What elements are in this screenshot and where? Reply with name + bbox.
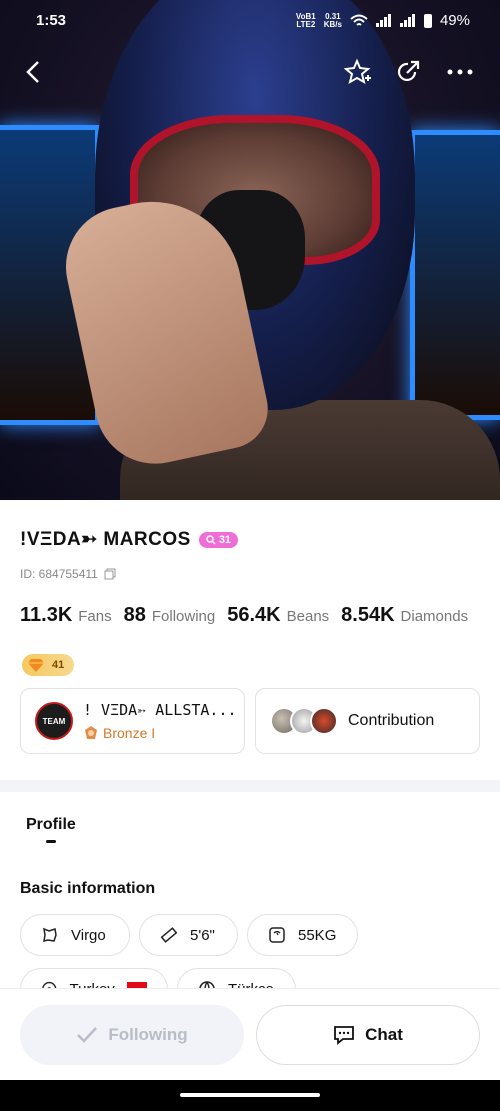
stats-row: 11.3K Fans 88 Following 56.4K Beans 8.54… (20, 604, 474, 627)
team-rank-label: Bronze I (103, 725, 156, 741)
diamonds-count: 8.54K (341, 604, 395, 626)
following-count[interactable]: 88 (124, 604, 146, 627)
signal-icon (375, 14, 392, 27)
diamond-icon (28, 659, 44, 672)
beans-count: 56.4K (227, 604, 281, 626)
status-bar: 1:53 VoB1 LTE2 0.31 KB/s 49% (0, 0, 500, 42)
speed-indicator: 0.31 KB/s (323, 12, 342, 29)
fans-label[interactable]: Fans (78, 608, 111, 625)
team-logo: TEAM (35, 702, 73, 740)
star-plus-icon (344, 58, 371, 85)
scale-icon (269, 927, 285, 943)
wealth-level-badge[interactable]: 41 (22, 654, 75, 676)
zodiac-label: Virgo (71, 926, 106, 944)
team-rank: Bronze I (83, 725, 237, 741)
team-card[interactable]: TEAM ! VΞDA➳ ALLSTA... Bronze I (20, 688, 245, 754)
copy-icon[interactable] (104, 568, 116, 580)
home-indicator[interactable] (180, 1093, 320, 1097)
avatar (310, 707, 338, 735)
contribution-label: Contribution (348, 712, 435, 729)
weight-label: 55KG (298, 926, 337, 944)
height-chip: 5'6" (139, 914, 238, 956)
beans-label: Beans (286, 608, 330, 625)
level-value: 31 (218, 533, 232, 546)
weight-chip: 55KG (247, 914, 358, 956)
network-indicator: VoB1 LTE2 (296, 12, 316, 29)
favorite-button[interactable] (340, 54, 376, 90)
checkmark-icon (77, 1027, 98, 1043)
team-logo-text: TEAM (42, 716, 66, 726)
chevron-left-icon (26, 61, 39, 83)
ruler-icon (160, 927, 178, 943)
network-bottom-text: LTE2 (296, 19, 316, 29)
share-icon (397, 60, 420, 81)
top-bar (0, 52, 500, 92)
system-nav-bar (0, 1080, 500, 1111)
contributor-avatars (270, 707, 338, 735)
neon-light-right (410, 130, 500, 420)
user-id: ID: 684755411 (20, 567, 98, 581)
tab-indicator (46, 840, 56, 843)
tab-profile[interactable]: Profile (26, 816, 76, 834)
user-id-row: ID: 684755411 (20, 567, 116, 581)
contribution-card[interactable]: Contribution (255, 688, 480, 754)
status-time: 1:53 (36, 12, 67, 29)
zodiac-chip: Virgo (20, 914, 130, 956)
more-dots-icon (447, 69, 473, 75)
bronze-rank-icon (85, 726, 97, 739)
signal-icon-2 (399, 14, 416, 27)
name-row: !VΞDA➳ MARCOS 31 (20, 528, 239, 551)
level-badge[interactable]: 31 (198, 531, 239, 548)
following-button[interactable]: Following (20, 1005, 244, 1065)
chat-bubble-icon (334, 1026, 355, 1045)
height-label: 5'6" (190, 926, 215, 944)
user-name: !VΞDA➳ MARCOS (20, 529, 191, 550)
section-divider (0, 780, 500, 792)
team-name: ! VΞDA➳ ALLSTA... (83, 701, 237, 719)
following-button-label: Following (108, 1025, 188, 1044)
bottom-action-bar: Following Chat (0, 988, 500, 1080)
battery-icon (423, 13, 432, 28)
diamonds-label: Diamonds (400, 608, 469, 625)
more-button[interactable] (442, 54, 478, 90)
wealth-level-value: 41 (52, 659, 65, 671)
chat-button[interactable]: Chat (256, 1005, 480, 1065)
speed-unit: KB/s (323, 19, 342, 29)
share-button[interactable] (390, 54, 426, 90)
basic-info-title: Basic information (20, 880, 156, 897)
fans-count[interactable]: 11.3K (20, 604, 72, 627)
wifi-icon (350, 14, 368, 26)
back-button[interactable] (16, 54, 52, 90)
search-icon (206, 534, 216, 545)
battery-percent: 49% (439, 12, 470, 29)
zodiac-icon (43, 927, 57, 943)
following-label[interactable]: Following (152, 608, 215, 625)
chat-button-label: Chat (365, 1025, 403, 1044)
